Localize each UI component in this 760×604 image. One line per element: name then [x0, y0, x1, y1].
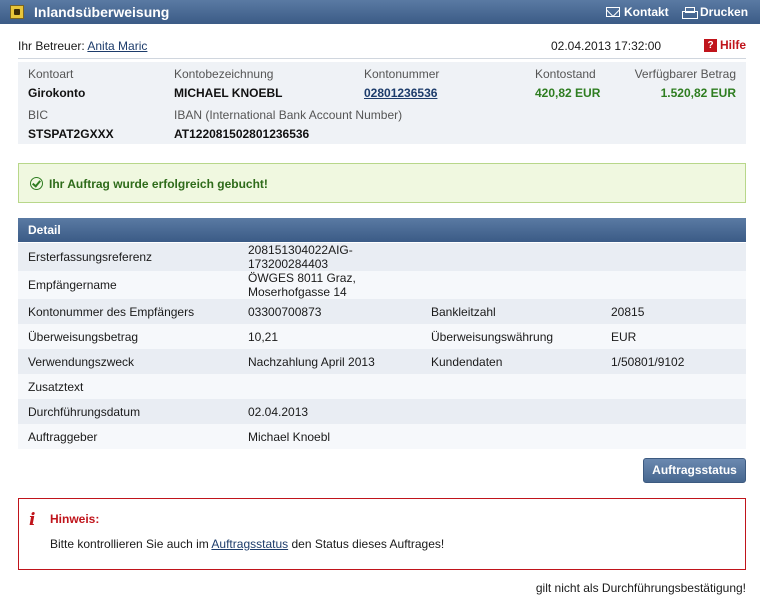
- kontoart-label: Kontoart: [28, 67, 74, 81]
- drucken-label: Drucken: [700, 5, 749, 19]
- kontakt-link[interactable]: Kontakt: [606, 5, 669, 19]
- printer-icon: [682, 6, 698, 19]
- hinweis-box: i Hinweis: Bitte kontrollieren Sie auch …: [18, 498, 746, 570]
- app-icon: [10, 5, 24, 19]
- drucken-link[interactable]: Drucken: [682, 5, 748, 19]
- detail-label: Kontonummer des Empfängers: [18, 299, 238, 324]
- detail-label: [421, 243, 601, 271]
- kontostand-label: Kontostand: [535, 67, 596, 81]
- detail-value: [601, 399, 746, 424]
- kontonummer-link[interactable]: 02801236536: [364, 86, 437, 100]
- hinweis-text-before: Bitte kontrollieren Sie auch im: [50, 537, 212, 551]
- hinweis-text: Bitte kontrollieren Sie auch im Auftrags…: [50, 537, 444, 551]
- hilfe-label: Hilfe: [720, 38, 747, 52]
- info-icon: i: [29, 510, 36, 530]
- kontonummer-label: Kontonummer: [364, 67, 440, 81]
- window-title: Inlandsüberweisung: [34, 4, 170, 20]
- detail-value: EUR: [601, 324, 746, 349]
- window-titlebar: Inlandsüberweisung Kontakt Drucken: [0, 0, 760, 24]
- detail-value: 1/50801/9102: [601, 349, 746, 374]
- detail-row: Kontonummer des Empfängers 03300700873 Ban…: [18, 299, 746, 324]
- detail-value: 20815: [601, 299, 746, 324]
- verfuegbar-label: Verfügbarer Betrag: [634, 67, 736, 81]
- detail-value: ÖWGES 8011 Graz, Moserhofgasse 14: [238, 271, 421, 299]
- detail-row: Auftraggeber Michael Knoebl: [18, 424, 746, 449]
- hilfe-link[interactable]: ? Hilfe: [704, 38, 746, 52]
- detail-value: 208151304022AIG-173200284403: [238, 243, 421, 271]
- bic-label: BIC: [28, 108, 49, 122]
- detail-value: [238, 374, 421, 399]
- header-divider: [18, 58, 746, 59]
- hinweis-text-after: den Status dieses Auftrages!: [288, 537, 445, 551]
- success-message: Ihr Auftrag wurde erfolgreich gebucht!: [49, 177, 268, 191]
- detail-label: Durchführungsdatum: [18, 399, 238, 424]
- detail-label: [421, 374, 601, 399]
- kontostand-value: 420,82 EUR: [535, 86, 601, 100]
- timestamp: 02.04.2013 17:32:00: [551, 39, 662, 53]
- detail-table: Ersterfassungsreferenz 208151304022AIG-17…: [18, 243, 746, 449]
- auftragsstatus-link[interactable]: Auftragsstatus: [211, 537, 288, 551]
- detail-label: Zusatztext: [18, 374, 238, 399]
- detail-label: Überweisungsbetrag: [18, 324, 238, 349]
- betreuer-name-link[interactable]: Anita Maric: [87, 39, 147, 53]
- detail-row: Durchführungsdatum 02.04.2013: [18, 399, 746, 424]
- detail-row: Empfängername ÖWGES 8011 Graz, Moserhofga…: [18, 271, 746, 299]
- detail-value: Michael Knoebl: [238, 424, 421, 449]
- betreuer-label: Ihr Betreuer:: [18, 39, 85, 53]
- verfuegbar-value: 1.520,82 EUR: [660, 86, 736, 100]
- detail-label: Verwendungszweck: [18, 349, 238, 374]
- detail-label: Überweisungswährung: [421, 324, 601, 349]
- footer-disclaimer: gilt nicht als Durchführungsbestätigung!: [535, 581, 746, 595]
- detail-label: Ersterfassungsreferenz: [18, 243, 238, 271]
- detail-value: Nachzahlung April 2013: [238, 349, 421, 374]
- detail-label: Kundendaten: [421, 349, 601, 374]
- kontobezeichnung-value: MICHAEL KNOEBL: [174, 86, 283, 100]
- detail-value: [601, 243, 746, 271]
- iban-label: IBAN (International Bank Account Number): [174, 108, 403, 122]
- detail-label: Auftraggeber: [18, 424, 238, 449]
- detail-value: 03300700873: [238, 299, 421, 324]
- detail-label: [421, 399, 601, 424]
- detail-row: Verwendungszweck Nachzahlung April 2013 Ku…: [18, 349, 746, 374]
- account-summary: Kontoart Girokonto Kontobezeichnung MICH…: [18, 62, 746, 144]
- iban-value: AT122081502801236536: [174, 127, 310, 141]
- hinweis-title: Hinweis:: [50, 512, 100, 526]
- kontakt-label: Kontakt: [624, 5, 669, 19]
- help-icon: ?: [704, 38, 717, 52]
- detail-label: Bankleitzahl: [421, 299, 601, 324]
- kontobezeichnung-label: Kontobezeichnung: [174, 67, 274, 81]
- detail-label: Empfängername: [18, 271, 238, 299]
- detail-value: [601, 271, 746, 299]
- detail-value: 10,21: [238, 324, 421, 349]
- detail-row: Ersterfassungsreferenz 208151304022AIG-17…: [18, 243, 746, 271]
- detail-row: Überweisungsbetrag 10,21 Überweisungswähru…: [18, 324, 746, 349]
- detail-section-header: Detail: [18, 218, 746, 242]
- kontoart-value: Girokonto: [28, 86, 86, 100]
- detail-row: Zusatztext: [18, 374, 746, 399]
- checkmark-icon: [30, 177, 43, 190]
- auftragsstatus-button[interactable]: Auftragsstatus: [643, 458, 746, 483]
- detail-value: 02.04.2013: [238, 399, 421, 424]
- detail-label: [421, 271, 601, 299]
- detail-label: [421, 424, 601, 449]
- detail-value: [601, 374, 746, 399]
- bic-value: STSPAT2GXXX: [28, 127, 114, 141]
- success-message-box: Ihr Auftrag wurde erfolgreich gebucht!: [18, 163, 746, 203]
- detail-value: [601, 424, 746, 449]
- envelope-icon: [606, 7, 620, 17]
